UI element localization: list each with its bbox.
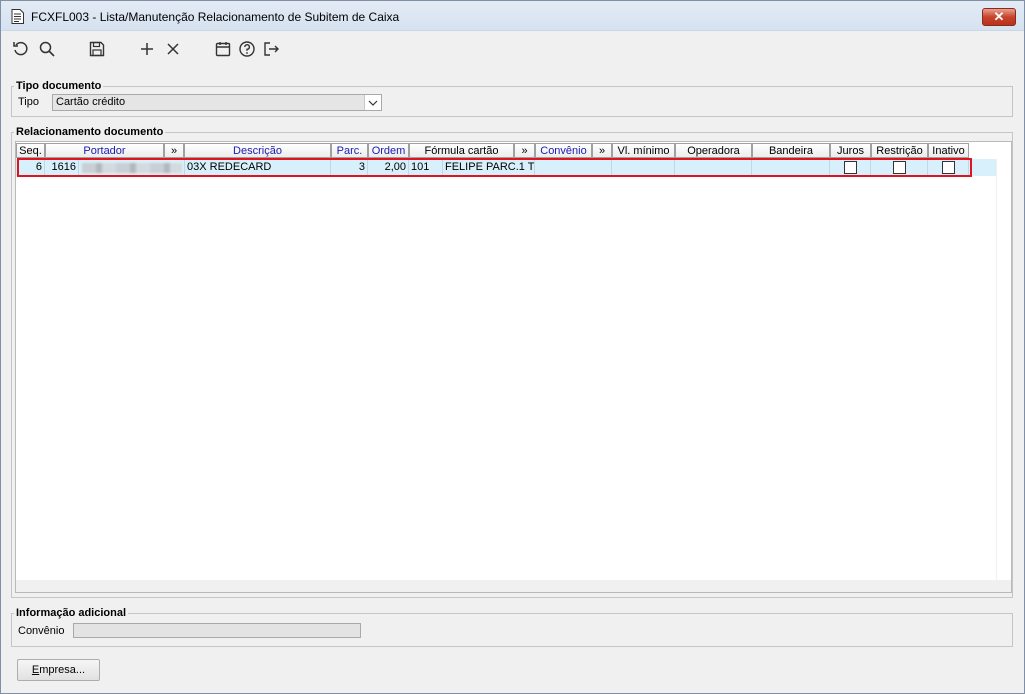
empresa-label: mpresa... (39, 664, 86, 676)
delete-icon[interactable] (163, 39, 183, 59)
tipo-label: Tipo (18, 96, 39, 108)
document-icon (11, 9, 24, 24)
col-vl-minimo[interactable]: Vl. mínimo (612, 143, 675, 158)
tipo-select-value: Cartão crédito (56, 96, 126, 108)
refresh-icon[interactable] (11, 39, 31, 59)
horizontal-scrollbar[interactable] (16, 580, 1011, 592)
col-formula[interactable]: Fórmula cartão (409, 143, 514, 158)
save-icon[interactable] (87, 39, 107, 59)
col-descricao[interactable]: Descrição (184, 143, 331, 158)
close-button[interactable]: ✕ (982, 8, 1016, 26)
col-ordem[interactable]: Ordem (368, 143, 409, 158)
col-inativo[interactable]: Inativo (928, 143, 969, 158)
col-expand-convenio[interactable]: » (592, 143, 612, 158)
relacionamento-grid[interactable]: Seq. Portador » Descrição Parc. Ordem Fó… (15, 141, 1012, 593)
col-expand-portador[interactable]: » (164, 143, 184, 158)
app-window: FCXFL003 - Lista/Manutenção Relacionamen… (0, 0, 1025, 694)
grid-header: Seq. Portador » Descrição Parc. Ordem Fó… (16, 143, 986, 159)
window-title: FCXFL003 - Lista/Manutenção Relacionamen… (31, 10, 400, 24)
convenio-field[interactable] (73, 623, 361, 638)
calendar-icon[interactable] (213, 39, 233, 59)
relacionamento-title: Relacionamento documento (14, 125, 166, 139)
tipo-documento-group: Tipo documento Tipo Cartão crédito (11, 79, 1013, 117)
exit-icon[interactable] (261, 39, 281, 59)
empresa-button[interactable]: Empresa... (17, 659, 100, 681)
col-seq[interactable]: Seq. (16, 143, 45, 158)
col-expand-formula[interactable]: » (514, 143, 535, 158)
title-bar: FCXFL003 - Lista/Manutenção Relacionamen… (1, 1, 1024, 31)
tipo-select[interactable]: Cartão crédito (52, 94, 382, 111)
informacao-group: Informação adicional Convênio (11, 606, 1013, 647)
col-bandeira[interactable]: Bandeira (752, 143, 830, 158)
help-icon[interactable] (237, 39, 257, 59)
selected-row-highlight (17, 158, 972, 177)
toolbar (9, 37, 1009, 61)
convenio-label: Convênio (18, 625, 65, 637)
col-parc[interactable]: Parc. (331, 143, 368, 158)
tipo-documento-title: Tipo documento (14, 79, 104, 93)
informacao-title: Informação adicional (14, 606, 129, 620)
col-portador[interactable]: Portador (45, 143, 164, 158)
search-icon[interactable] (37, 39, 57, 59)
chevron-down-icon[interactable] (364, 95, 381, 110)
col-restricao[interactable]: Restrição (871, 143, 928, 158)
add-icon[interactable] (137, 39, 157, 59)
col-convenio[interactable]: Convênio (535, 143, 592, 158)
col-juros[interactable]: Juros (830, 143, 871, 158)
vertical-scrollbar[interactable] (996, 159, 1011, 591)
col-operadora[interactable]: Operadora (675, 143, 752, 158)
